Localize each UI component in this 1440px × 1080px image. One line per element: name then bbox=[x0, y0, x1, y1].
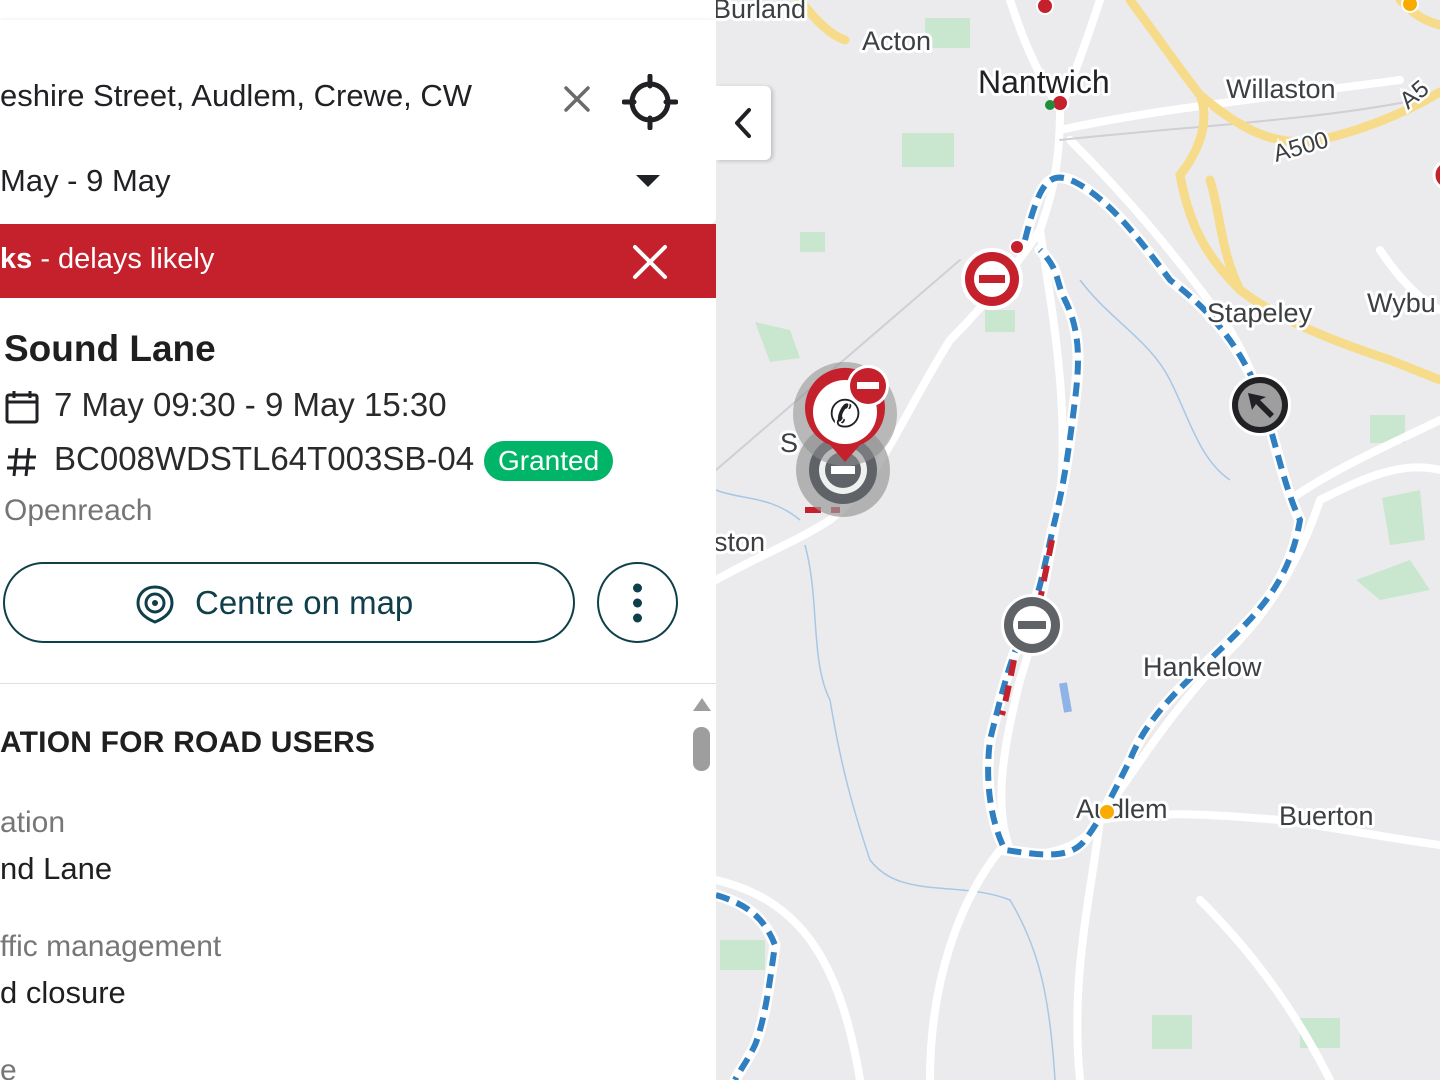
works-reference: BC008WDSTL64T003SB-04 bbox=[54, 440, 475, 477]
more-vertical-icon bbox=[633, 583, 642, 623]
place-label-stapeley: Stapeley bbox=[1207, 298, 1313, 328]
alert-message: ks - delays likely bbox=[0, 243, 214, 276]
place-label-acton: Acton bbox=[862, 26, 931, 56]
centre-on-map-label: Centre on map bbox=[195, 584, 414, 621]
chevron-down-icon[interactable] bbox=[636, 175, 660, 187]
centre-on-map-button[interactable]: Centre on map bbox=[3, 562, 575, 643]
info-section-heading: ATION FOR ROAD USERS bbox=[0, 726, 376, 759]
location-value: nd Lane bbox=[0, 851, 113, 886]
chevron-left-icon bbox=[735, 108, 751, 138]
road-closure-marker[interactable] bbox=[961, 248, 1023, 310]
traffic-management-value: d closure bbox=[0, 975, 126, 1010]
location-label: ation bbox=[0, 806, 66, 839]
traffic-management-label: ffic management bbox=[0, 930, 222, 963]
address-search-field[interactable]: eshire Street, Audlem, Crewe, CW bbox=[0, 78, 528, 114]
promoter-name: Openreach bbox=[4, 494, 153, 527]
place-label-sound: S bbox=[780, 428, 798, 458]
hash-icon bbox=[7, 447, 36, 477]
delay-alert-banner: ks - delays likely bbox=[0, 224, 716, 298]
works-dates: 7 May 09:30 - 9 May 15:30 bbox=[54, 386, 447, 423]
direction-arrow-marker[interactable] bbox=[1229, 374, 1291, 436]
alert-bold-text: ks bbox=[0, 243, 33, 275]
type-label: e bbox=[0, 1054, 17, 1080]
status-badge: Granted bbox=[484, 441, 614, 481]
place-label-willaston: Willaston bbox=[1226, 74, 1336, 104]
crosshair-icon[interactable] bbox=[622, 74, 678, 130]
place-label-burland: Burland bbox=[713, 0, 806, 24]
side-panel: eshire Street, Audlem, Crewe, CW May - 9… bbox=[0, 0, 716, 1080]
scrollbar-thumb[interactable] bbox=[693, 727, 710, 771]
place-label-wybunbury: Wybu bbox=[1367, 288, 1436, 318]
collapse-panel-button[interactable] bbox=[716, 86, 771, 160]
place-label-buerton: Buerton bbox=[1279, 801, 1374, 831]
alert-text: - delays likely bbox=[32, 243, 215, 275]
close-icon[interactable] bbox=[558, 80, 596, 118]
date-range-select[interactable]: May - 9 May bbox=[0, 163, 620, 199]
scroll-up-arrow[interactable] bbox=[693, 698, 711, 711]
selected-works-marker[interactable]: ✆ bbox=[793, 362, 897, 466]
more-options-button[interactable] bbox=[597, 562, 678, 643]
place-label-hankelow: Hankelow bbox=[1143, 652, 1262, 682]
calendar-icon bbox=[5, 391, 39, 424]
search-card: eshire Street, Audlem, Crewe, CW May - 9… bbox=[0, 20, 716, 224]
target-icon bbox=[136, 585, 174, 624]
works-title: Sound Lane bbox=[4, 328, 216, 369]
road-closure-marker-grey[interactable] bbox=[1001, 594, 1063, 656]
section-divider bbox=[0, 683, 716, 684]
place-label-audlem: Audlem bbox=[1076, 794, 1168, 824]
close-icon[interactable] bbox=[630, 242, 670, 282]
place-label-nantwich: Nantwich bbox=[978, 64, 1110, 100]
place-label-ston: ston bbox=[714, 527, 765, 557]
